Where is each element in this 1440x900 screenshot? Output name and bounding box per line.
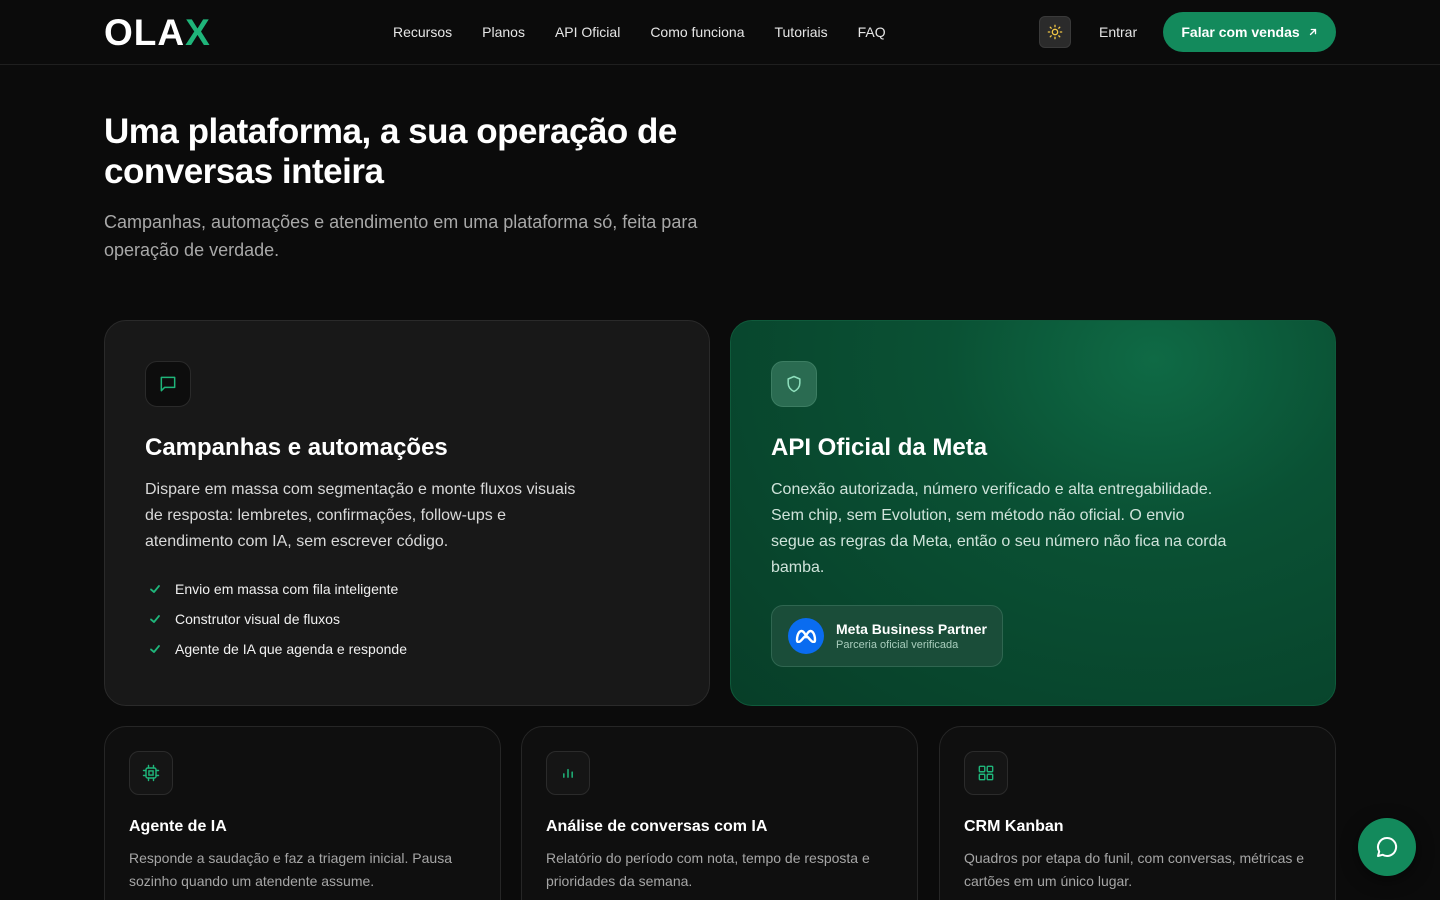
olax-logo[interactable]: OLAX	[104, 14, 211, 51]
nav-api-oficial[interactable]: API Oficial	[555, 23, 620, 41]
feature-card-crm-kanban: CRM Kanban Quadros por etapa do funil, c…	[939, 726, 1336, 900]
bar-chart-icon	[563, 768, 573, 778]
nav-tutoriais[interactable]: Tutoriais	[774, 23, 827, 41]
chat-bubble-icon	[160, 376, 176, 392]
site-header: OLAX Recursos Planos API Oficial Como fu…	[0, 0, 1440, 65]
feature-title: CRM Kanban	[964, 818, 1064, 835]
shield-icon	[787, 375, 801, 393]
list-item: Agente de IA que agenda e responde	[149, 639, 407, 659]
feature-description: Responde a saudação e faz a triagem inic…	[129, 850, 452, 889]
campaigns-title: Campanhas e automações	[145, 434, 448, 461]
meta-business-partner-badge: Meta Business Partner Parceria oficial v…	[771, 605, 1003, 667]
sun-icon	[1047, 24, 1063, 40]
feature-icon-box	[964, 751, 1008, 795]
talk-to-sales-button[interactable]: Falar com vendas	[1163, 12, 1336, 52]
hero-subtitle: Campanhas, automações e atendimento em u…	[104, 212, 698, 260]
logo-accent: X	[185, 12, 211, 53]
feature-icon-box	[546, 751, 590, 795]
campaigns-icon-box	[145, 361, 191, 407]
list-item: Construtor visual de fluxos	[149, 609, 407, 629]
list-item: Envio em massa com fila inteligente	[149, 579, 407, 599]
feature-description: Quadros por etapa do funil, com conversa…	[964, 850, 1305, 889]
feature-card-ai-agent: Agente de IA Responde a saudação e faz a…	[104, 726, 501, 900]
cta-label: Falar com vendas	[1181, 24, 1300, 40]
meta-badge-text: Meta Business Partner Parceria oficial v…	[836, 621, 987, 652]
meta-badge-subtitle: Parceria oficial verificada	[836, 638, 959, 651]
feature-label: Construtor visual de fluxos	[175, 611, 340, 627]
hero-title: Uma plataforma, a sua operação de conver…	[104, 112, 677, 191]
theme-toggle-button[interactable]	[1039, 16, 1071, 48]
check-icon	[150, 615, 160, 623]
meta-api-icon-box	[771, 361, 817, 407]
campaigns-card: Campanhas e automações Dispare em massa …	[104, 320, 710, 706]
feature-label: Agente de IA que agenda e responde	[175, 641, 407, 657]
feature-card-conversation-analysis: Análise de conversas com IA Relatório do…	[521, 726, 918, 900]
chat-bubble-icon	[1377, 836, 1398, 857]
meta-api-title: API Oficial da Meta	[771, 434, 988, 461]
campaigns-feature-list: Envio em massa com fila inteligente Cons…	[149, 579, 407, 669]
nav-como-funciona[interactable]: Como funciona	[650, 23, 744, 41]
main-nav: Recursos Planos API Oficial Como funcion…	[393, 23, 916, 41]
feature-description: Relatório do período com nota, tempo de …	[546, 850, 870, 889]
logo-text: OLA	[104, 12, 186, 53]
grid-icon	[978, 765, 994, 781]
login-link[interactable]: Entrar	[1099, 23, 1137, 41]
cpu-chip-icon	[142, 764, 160, 782]
chat-widget-button[interactable]	[1358, 818, 1416, 876]
feature-icon-box	[129, 751, 173, 795]
nav-faq[interactable]: FAQ	[858, 23, 886, 41]
feature-label: Envio em massa com fila inteligente	[175, 581, 399, 597]
check-icon	[150, 645, 160, 653]
check-icon	[150, 585, 160, 593]
meta-logo-icon	[788, 618, 824, 654]
nav-recursos[interactable]: Recursos	[393, 23, 452, 41]
nav-planos[interactable]: Planos	[482, 23, 525, 41]
meta-api-description: Conexão autorizada, número verificado e …	[771, 481, 1227, 576]
meta-api-card: API Oficial da Meta Conexão autorizada, …	[730, 320, 1336, 706]
arrow-up-right-icon	[1309, 28, 1316, 36]
feature-title: Agente de IA	[129, 818, 227, 835]
meta-badge-title: Meta Business Partner	[836, 620, 987, 637]
campaigns-description: Dispare em massa com segmentação e monte…	[145, 481, 576, 550]
feature-title: Análise de conversas com IA	[546, 818, 768, 835]
